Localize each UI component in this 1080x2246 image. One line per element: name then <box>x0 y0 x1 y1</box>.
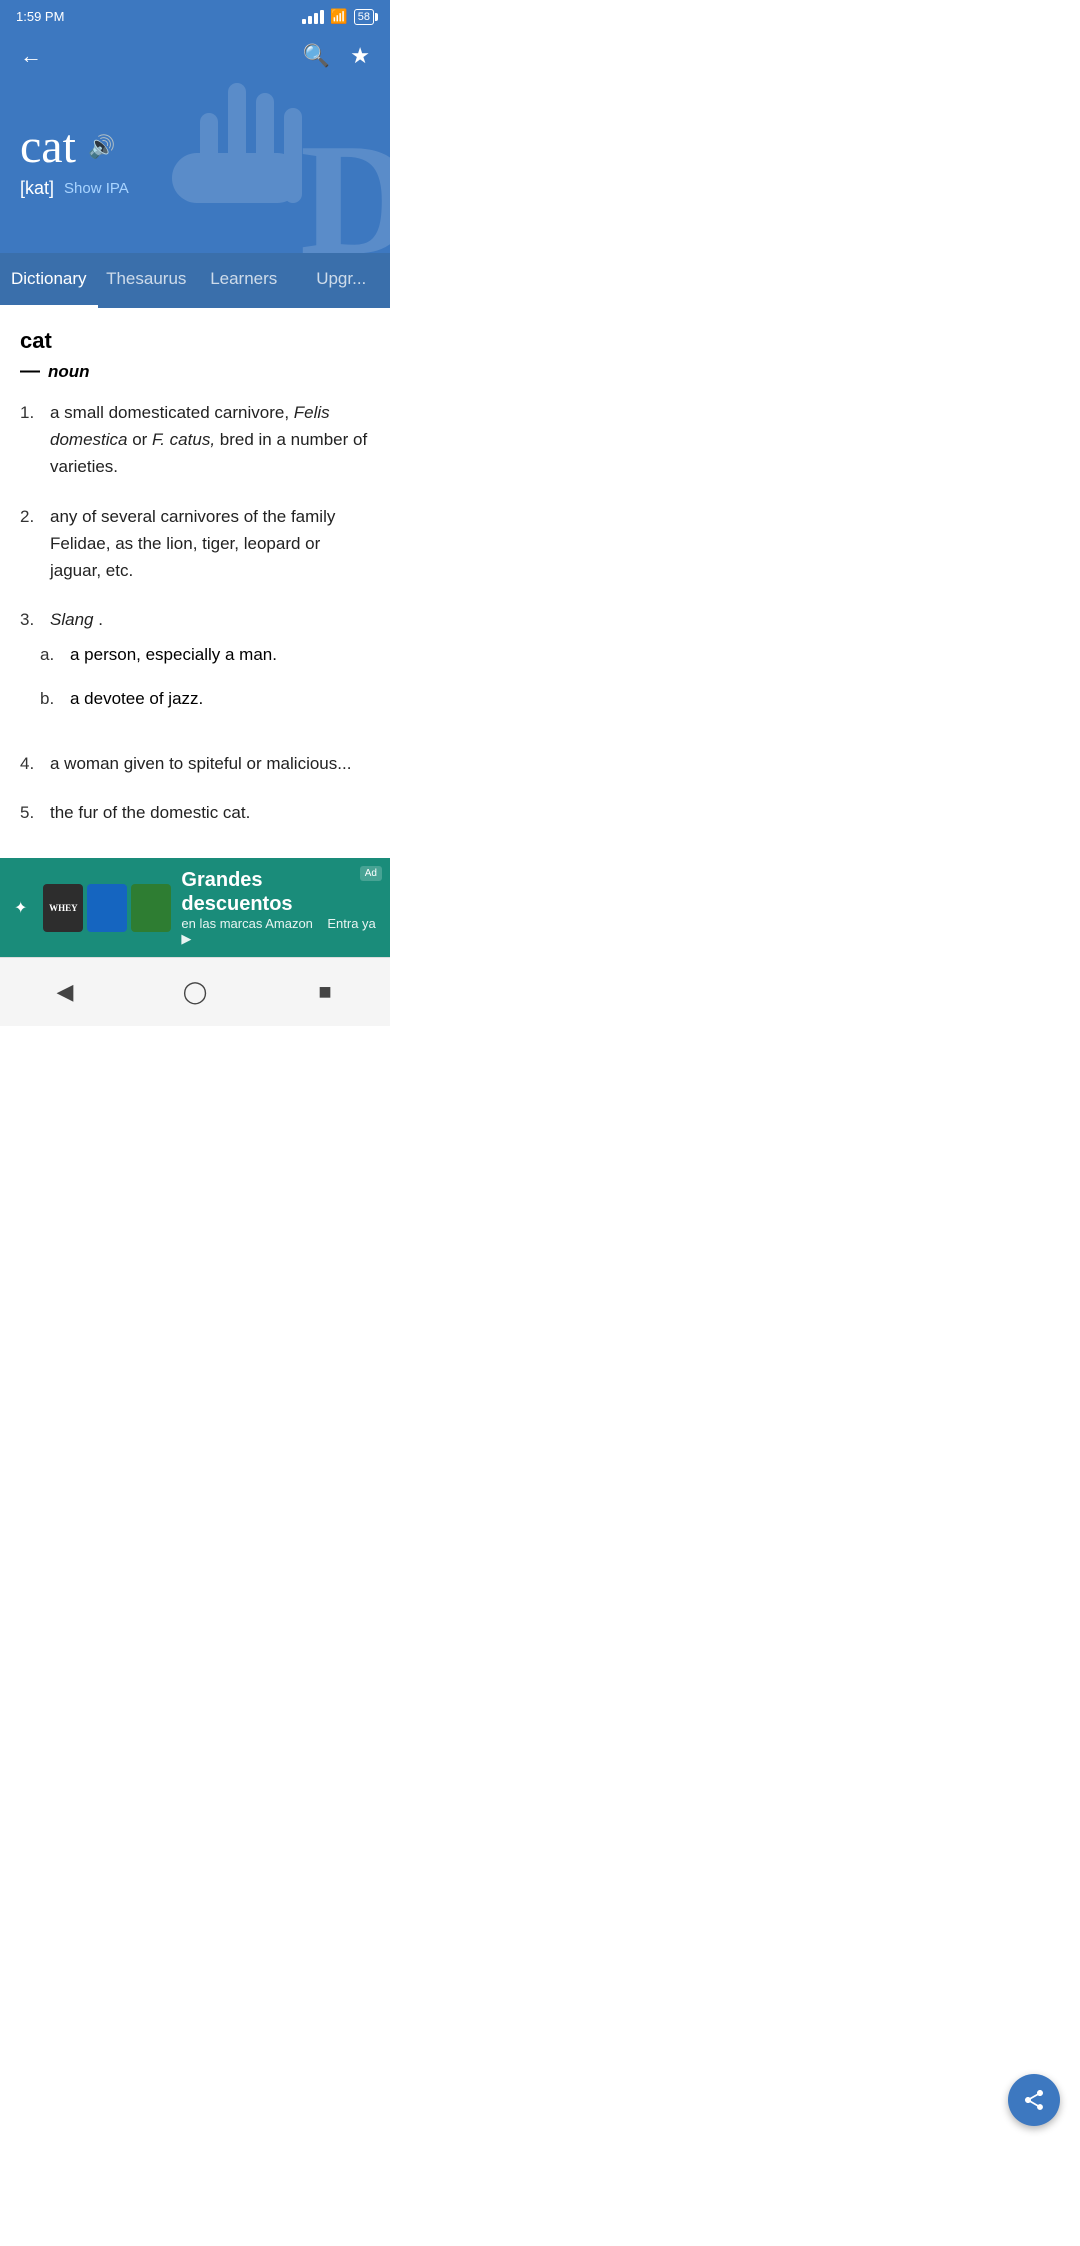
def-text: the fur of the domestic cat. <box>50 799 250 826</box>
sub-def-text: a devotee of jazz. <box>70 685 203 712</box>
def-number: 4. <box>20 750 42 777</box>
status-time: 1:59 PM <box>16 9 64 24</box>
ad-image-blue <box>87 884 127 932</box>
phonetic-text: [kat] <box>20 178 54 199</box>
tab-upgrade[interactable]: Upgr... <box>293 253 391 308</box>
header: D ← 🔍 ★ cat 🔊 [kat] Show IPA <box>0 33 390 253</box>
recents-nav-button[interactable]: ■ <box>305 972 345 1012</box>
pos-label: noun <box>48 362 90 382</box>
speaker-button[interactable]: 🔊 <box>88 134 115 160</box>
status-bar: 1:59 PM 📶 58 <box>0 0 390 33</box>
pos-dash: — <box>20 360 40 383</box>
battery-icon: 58 <box>354 9 374 25</box>
ad-images: WHEY <box>43 884 171 932</box>
sub-definitions: a. a person, especially a man. b. a devo… <box>20 641 370 727</box>
definitions-list: 1. a small domesticated carnivore, Felis… <box>20 399 370 826</box>
tab-thesaurus[interactable]: Thesaurus <box>98 253 196 308</box>
content-area: cat — noun 1. a small domesticated carni… <box>0 308 390 858</box>
definition-item: 1. a small domesticated carnivore, Felis… <box>20 399 370 481</box>
def-number: 1. <box>20 399 42 481</box>
ad-title: Grandes descuentos <box>181 868 376 916</box>
sub-letter: b. <box>40 685 62 712</box>
ad-image-green <box>131 884 171 932</box>
word-text: cat <box>20 119 76 174</box>
tab-learners[interactable]: Learners <box>195 253 293 308</box>
signal-icon <box>302 10 324 24</box>
content-word: cat <box>20 328 370 354</box>
def-text: a small domesticated carnivore, Felis do… <box>50 399 370 481</box>
definition-item: 5. the fur of the domestic cat. <box>20 799 370 826</box>
def-number: 3. <box>20 606 42 633</box>
show-ipa-button[interactable]: Show IPA <box>64 180 129 197</box>
sub-definition-item: a. a person, especially a man. <box>40 641 370 668</box>
back-nav-button[interactable]: ◀ <box>45 972 85 1012</box>
tab-dictionary[interactable]: Dictionary <box>0 253 98 308</box>
back-button[interactable]: ← <box>20 43 42 69</box>
ad-plus-icon: ✦ <box>14 898 27 918</box>
status-icons: 📶 58 <box>302 8 374 25</box>
def-text: a woman given to spiteful or malicious..… <box>50 750 351 777</box>
def-text: Slang . <box>50 606 103 633</box>
ad-banner[interactable]: ✦ WHEY Grandes descuentos en las marcas … <box>0 858 390 957</box>
def-number: 5. <box>20 799 42 826</box>
wifi-icon: 📶 <box>330 8 347 25</box>
ad-badge: Ad <box>360 866 382 881</box>
definition-item: 2. any of several carnivores of the fami… <box>20 503 370 585</box>
tabs: Dictionary Thesaurus Learners Upgr... <box>0 253 390 308</box>
sub-definition-item: b. a devotee of jazz. <box>40 685 370 712</box>
definition-item: 3. Slang . a. a person, especially a man… <box>20 606 370 728</box>
def-text: any of several carnivores of the family … <box>50 503 370 585</box>
svg-text:D: D <box>300 110 390 253</box>
ad-image-whey: WHEY <box>43 884 83 932</box>
definition-item: 4. a woman given to spiteful or maliciou… <box>20 750 370 777</box>
sub-letter: a. <box>40 641 62 668</box>
ad-text: Grandes descuentos en las marcas Amazon … <box>181 868 376 947</box>
home-nav-button[interactable]: ◯ <box>175 972 215 1012</box>
share-icon <box>1022 2088 1046 2112</box>
def-number: 2. <box>20 503 42 585</box>
ad-subtitle: en las marcas Amazon Entra ya ▶ <box>181 916 376 947</box>
share-fab-button[interactable] <box>1008 2074 1060 2126</box>
sub-def-text: a person, especially a man. <box>70 641 277 668</box>
bottom-nav: ◀ ◯ ■ <box>0 957 390 1026</box>
bg-decoration-icon: D <box>140 33 390 253</box>
part-of-speech: — noun <box>20 360 370 383</box>
